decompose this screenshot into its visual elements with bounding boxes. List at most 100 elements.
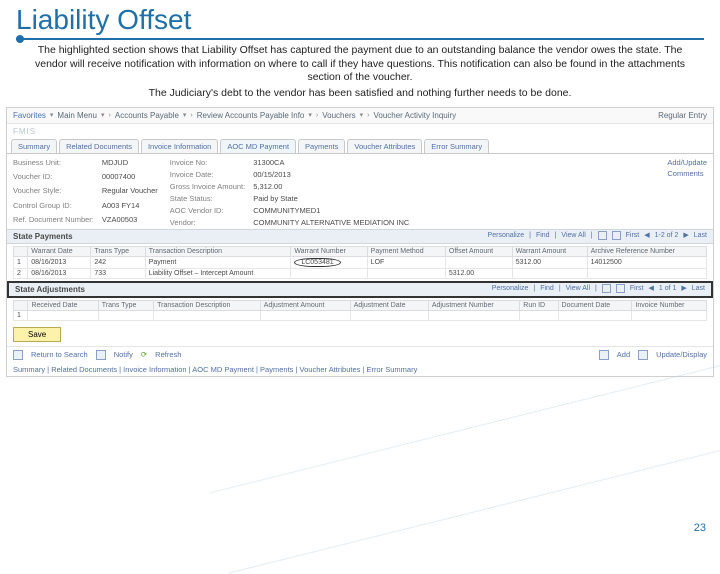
label-vendor: Vendor: [170, 218, 245, 227]
breadcrumb-favorites[interactable]: Favorites [13, 111, 46, 120]
link-comments[interactable]: Comments [667, 169, 707, 178]
update-icon [638, 350, 648, 360]
link-personalize[interactable]: Personalize [492, 285, 529, 292]
breadcrumb-activity[interactable]: Voucher Activity Inquiry [373, 111, 456, 120]
cell-desc: Liability Offset – Intercept Amount [145, 268, 291, 278]
tab-aoc-md-payment[interactable]: AOC MD Payment [220, 139, 296, 153]
cell [260, 310, 350, 320]
tab-summary[interactable]: Summary [11, 139, 57, 153]
tab-voucher-attributes[interactable]: Voucher Attributes [347, 139, 422, 153]
breadcrumb-regular-entry[interactable]: Regular Entry [658, 111, 707, 120]
state-adjustments-title: State Adjustments [15, 285, 85, 294]
table-row: 1 [14, 310, 707, 320]
chevron-right-icon[interactable]: ▶ [681, 284, 686, 292]
value-state-status: Paid by State [253, 194, 409, 203]
label-business-unit: Business Unit: [13, 158, 94, 169]
th-adj-date: Adjustment Date [350, 300, 428, 310]
th-trans-desc: Transaction Description [145, 246, 291, 256]
save-button[interactable]: Save [13, 327, 61, 342]
link-find[interactable]: Find [540, 285, 554, 292]
table-row: 2 08/16/2013 733 Liability Offset – Inte… [14, 268, 707, 278]
grid-icon[interactable] [598, 231, 607, 240]
tab-related-documents[interactable]: Related Documents [59, 139, 139, 153]
download-icon[interactable] [616, 284, 625, 293]
slide-paragraph-1: The highlighted section shows that Liabi… [28, 44, 692, 85]
cell-warrant [291, 268, 367, 278]
chevron-right-icon: › [109, 112, 111, 119]
breadcrumb-ap[interactable]: Accounts Payable [115, 111, 179, 120]
cell-date: 08/16/2013 [28, 268, 91, 278]
cell [558, 310, 632, 320]
cell [350, 310, 428, 320]
table-row: 1 08/16/2013 242 Payment LC053481 LOF 53… [14, 256, 707, 268]
chevron-left-icon[interactable]: ◀ [648, 284, 653, 292]
pager-range: 1 of 1 [659, 285, 677, 292]
th-arn: Archive Reference Number [587, 246, 706, 256]
pager-last[interactable]: Last [692, 285, 705, 292]
notify-icon [96, 350, 106, 360]
slide-paragraph-2: The Judiciary's debt to the vendor has b… [28, 87, 692, 101]
cell-method: LOF [367, 256, 445, 268]
slide-body: The highlighted section shows that Liabi… [0, 40, 720, 101]
app-name: FMIS [7, 124, 713, 139]
refresh-icon: ⟳ [141, 350, 147, 359]
tab-invoice-information[interactable]: Invoice Information [141, 139, 218, 153]
chevron-down-icon: ▾ [50, 111, 54, 119]
watermark-line [229, 427, 720, 573]
voucher-details: Business Unit: MDJUD Voucher ID: 0000740… [7, 154, 713, 229]
tab-payments[interactable]: Payments [298, 139, 345, 153]
link-view-all[interactable]: View All [566, 285, 590, 292]
link-return-search[interactable]: Return to Search [31, 350, 88, 359]
chevron-right-icon: › [367, 112, 369, 119]
breadcrumb-main-menu[interactable]: Main Menu [57, 111, 97, 120]
download-icon[interactable] [612, 231, 621, 240]
label-state-status: State Status: [170, 194, 245, 203]
th-trans-desc: Transaction Description [154, 300, 261, 310]
link-notify[interactable]: Notify [114, 350, 133, 359]
pager-last[interactable]: Last [694, 232, 707, 239]
label-invoice-no: Invoice No: [170, 158, 245, 167]
value-invoice-no: 31300CA [253, 158, 409, 167]
th-idx [14, 300, 28, 310]
link-find[interactable]: Find [536, 232, 550, 239]
cell-offset: 5312.00 [445, 268, 512, 278]
grid-icon[interactable] [602, 284, 611, 293]
cell-type: 733 [91, 268, 145, 278]
chevron-down-icon: ▾ [360, 111, 364, 119]
label-aoc-vendor-id: AOC Vendor ID: [170, 206, 245, 215]
cell-offset [445, 256, 512, 268]
bottom-toolbar: Return to Search Notify ⟳ Refresh Add Up… [7, 346, 713, 363]
slide-page-number: 23 [694, 522, 706, 534]
state-payments-header: State Payments Personalize | Find | View… [7, 229, 713, 244]
chevron-left-icon[interactable]: ◀ [644, 231, 649, 239]
pager-first[interactable]: First [630, 285, 644, 292]
link-view-all[interactable]: View All [561, 232, 585, 239]
label-voucher-id: Voucher ID: [13, 172, 94, 183]
pager-first[interactable]: First [626, 232, 640, 239]
th-idx [14, 246, 28, 256]
state-adjustments-header: State Adjustments Personalize | Find | V… [7, 281, 713, 298]
link-update-display[interactable]: Update/Display [656, 350, 707, 359]
value-voucher-id: 00007400 [102, 172, 158, 183]
link-refresh[interactable]: Refresh [155, 350, 181, 359]
return-icon [13, 350, 23, 360]
link-add[interactable]: Add [617, 350, 630, 359]
chevron-down-icon: ▾ [101, 111, 105, 119]
th-payment-method: Payment Method [367, 246, 445, 256]
tab-links-text[interactable]: Summary | Related Documents | Invoice In… [7, 363, 713, 376]
link-personalize[interactable]: Personalize [488, 232, 525, 239]
title-underline [16, 38, 704, 40]
cell-arn: 14012500 [587, 256, 706, 268]
breadcrumb-review[interactable]: Review Accounts Payable Info [197, 111, 305, 120]
th-received-date: Received Date [28, 300, 98, 310]
breadcrumb-vouchers[interactable]: Vouchers [322, 111, 355, 120]
label-control-group: Control Group ID: [13, 201, 94, 212]
link-add-update[interactable]: Add/Update [667, 158, 707, 167]
value-invoice-date: 00/15/2013 [253, 170, 409, 179]
th-run-id: Run ID [520, 300, 558, 310]
label-gross-amount: Gross Invoice Amount: [170, 182, 245, 191]
chevron-right-icon[interactable]: ▶ [683, 231, 688, 239]
side-links: Add/Update Comments [667, 158, 707, 227]
state-adjustments-table: Received Date Trans Type Transaction Des… [13, 300, 707, 321]
tab-error-summary[interactable]: Error Summary [424, 139, 489, 153]
